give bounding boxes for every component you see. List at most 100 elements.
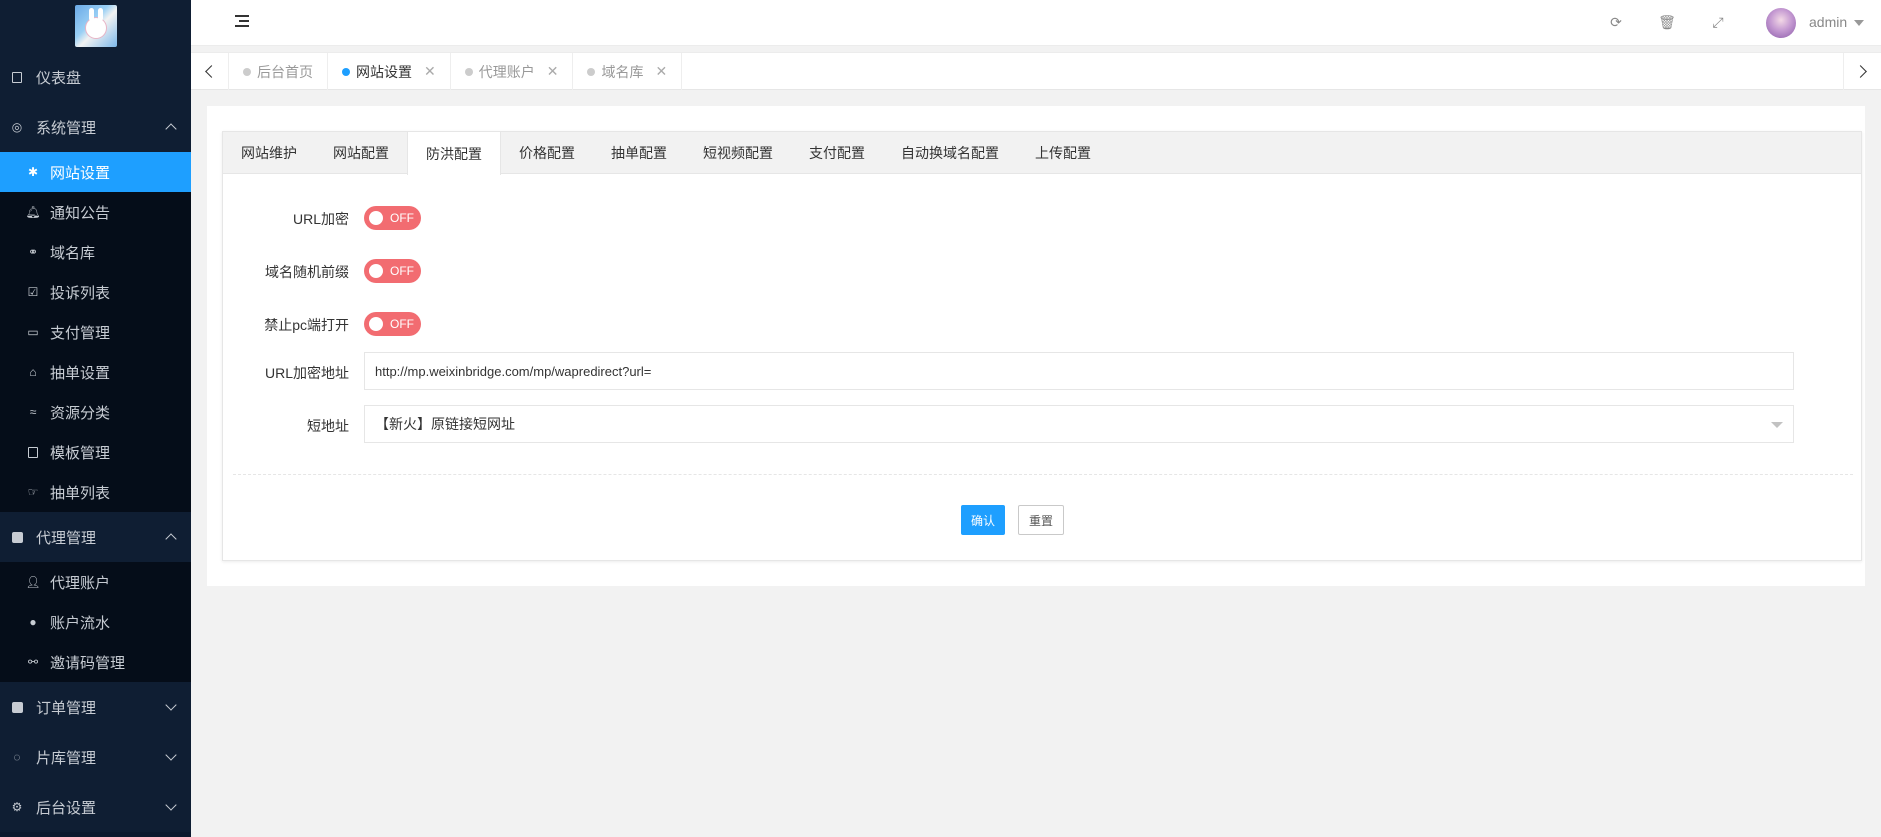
url-encrypt-label: URL加密	[292, 211, 349, 227]
sidebar-group-agent[interactable]: 代理管理	[0, 512, 191, 562]
sidebar-item-resource-category[interactable]: ≈ 资源分类	[0, 392, 191, 432]
tab-anti-flood-config[interactable]: 防洪配置	[407, 132, 501, 175]
menu-toggle-icon[interactable]	[235, 15, 249, 28]
caret-down-icon[interactable]	[1854, 20, 1864, 26]
fullscreen-icon[interactable]: ⤢	[1710, 14, 1726, 30]
tab-site-config[interactable]: 网站配置	[315, 132, 407, 174]
switch-state: OFF	[390, 264, 414, 278]
logo[interactable]	[0, 0, 191, 52]
tab-label: 网站设置	[356, 63, 412, 80]
sidebar-item-label: 投诉列表	[50, 284, 111, 302]
tab-auto-domain-config[interactable]: 自动换域名配置	[883, 132, 1017, 174]
tab-short-video-config[interactable]: 短视频配置	[685, 132, 791, 174]
money-circle-icon: ●	[29, 615, 37, 629]
swimmer-icon: ≈	[29, 405, 37, 419]
sidebar-item-notice[interactable]: 🔔︎ 通知公告	[0, 192, 191, 232]
switch-knob	[369, 264, 383, 278]
page-tabs-bar: 后台首页 网站设置 ✕ 代理账户 ✕ 域名库 ✕	[191, 52, 1881, 90]
tab-label: 后台首页	[257, 63, 313, 80]
tab-price-config[interactable]: 价格配置	[501, 132, 593, 174]
url-encrypt-switch[interactable]: OFF	[364, 206, 421, 230]
sidebar-item-label: 仪表盘	[36, 69, 82, 87]
tab-site-maintenance[interactable]: 网站维护	[223, 132, 315, 174]
sidebar-item-account-flow[interactable]: ● 账户流水	[0, 602, 191, 642]
sidebar-item-invite-code[interactable]: ⚯ 邀请码管理	[0, 642, 191, 682]
sidebar-item-label: 账户流水	[50, 614, 111, 632]
sidebar-submenu-system: ✱ 网站设置 🔔︎ 通知公告 ⚭ 域名库 ☑ 投诉列表 ▭ 支付管理 ⌂ 抽单设…	[0, 152, 191, 512]
form-row-short-url: 短地址 【新火】原链接短网址	[223, 405, 1861, 445]
handshake-icon: ⚯	[27, 655, 39, 669]
chevron-down-icon	[165, 799, 177, 811]
close-icon[interactable]: ✕	[424, 63, 436, 80]
sidebar-group-label: 后台设置	[36, 799, 97, 817]
chevron-right-icon	[1854, 65, 1867, 78]
domain-random-prefix-label: 域名随机前缀	[265, 264, 349, 280]
block-pc-switch[interactable]: OFF	[364, 312, 421, 336]
caret-down-icon	[1771, 422, 1783, 428]
close-icon[interactable]: ✕	[547, 63, 559, 80]
close-icon[interactable]: ✕	[655, 63, 667, 80]
cogs-icon: ⚙	[11, 800, 23, 814]
url-encrypt-address-input[interactable]	[364, 352, 1794, 390]
short-url-select[interactable]: 【新火】原链接短网址	[364, 405, 1794, 443]
sidebar-item-draw-list[interactable]: ☞ 抽单列表	[0, 472, 191, 512]
tabs-scroll-right-button[interactable]	[1843, 53, 1881, 90]
block-pc-label: 禁止pc端打开	[264, 317, 349, 333]
industry-icon: ⌂	[29, 365, 37, 379]
tab-label: 代理账户	[478, 63, 535, 80]
credit-card-icon: ▭	[27, 325, 39, 339]
bell-icon: 🔔︎	[25, 205, 41, 219]
tabs-scroll-left-button[interactable]	[191, 53, 229, 90]
film-icon: ◌	[13, 750, 21, 764]
sidebar-item-agent-account[interactable]: 👤︎ 代理账户	[0, 562, 191, 602]
sidebar-group-order[interactable]: 订单管理	[0, 682, 191, 732]
tab-dot-icon	[342, 67, 350, 76]
tab-payment-config[interactable]: 支付配置	[791, 132, 883, 174]
reset-button[interactable]: 重置	[1018, 505, 1064, 535]
settings-icon: ◎	[11, 120, 23, 134]
sidebar-item-label: 支付管理	[50, 324, 111, 342]
logo-image	[74, 5, 117, 47]
sidebar-group-label: 代理管理	[36, 529, 97, 547]
chevron-up-icon	[165, 123, 177, 135]
sidebar-submenu-agent: 👤︎ 代理账户 ● 账户流水 ⚯ 邀请码管理	[0, 562, 191, 682]
tab-draw-config[interactable]: 抽单配置	[593, 132, 685, 174]
form-row-block-pc: 禁止pc端打开 OFF	[223, 304, 1861, 344]
tab-agent-account[interactable]: 代理账户 ✕	[451, 53, 574, 90]
top-header: ⟳ 🗑︎ ⤢ admin	[191, 0, 1881, 46]
sidebar-item-website-settings[interactable]: ✱ 网站设置	[0, 152, 191, 192]
url-encrypt-address-label: URL加密地址	[264, 365, 349, 381]
sidebar-group-system[interactable]: ◎ 系统管理	[0, 102, 191, 152]
page-tabs: 后台首页 网站设置 ✕ 代理账户 ✕ 域名库 ✕	[229, 53, 683, 90]
sidebar-group-film[interactable]: ◌ 片库管理	[0, 732, 191, 782]
user-icon: 👤︎	[25, 575, 41, 589]
order-icon	[10, 700, 24, 714]
refresh-icon[interactable]: ⟳	[1608, 14, 1624, 30]
trash-icon[interactable]: 🗑︎	[1658, 14, 1676, 30]
tab-dot-icon	[464, 67, 473, 76]
sidebar-item-domain-library[interactable]: ⚭ 域名库	[0, 232, 191, 272]
form-tabs: 网站维护 网站配置 防洪配置 价格配置 抽单配置 短视频配置 支付配置 自动换域…	[223, 132, 1861, 175]
sidebar-item-complaints[interactable]: ☑ 投诉列表	[0, 272, 191, 312]
confirm-button[interactable]: 确认	[961, 505, 1005, 535]
sidebar-item-label: 通知公告	[50, 204, 111, 222]
chevron-down-icon	[165, 749, 177, 761]
avatar[interactable]	[1766, 8, 1796, 38]
sidebar-item-dashboard[interactable]: 仪表盘	[0, 52, 191, 102]
dashboard-icon	[10, 70, 24, 84]
tab-website-settings[interactable]: 网站设置 ✕	[328, 53, 451, 90]
tab-upload-config[interactable]: 上传配置	[1017, 132, 1109, 174]
sidebar-item-label: 抽单设置	[50, 364, 111, 382]
user-name[interactable]: admin	[1809, 14, 1847, 30]
sidebar-item-label: 代理账户	[50, 574, 111, 592]
sidebar-item-draw-settings[interactable]: ⌂ 抽单设置	[0, 352, 191, 392]
sidebar-group-backend[interactable]: ⚙ 后台设置	[0, 782, 191, 832]
domain-random-prefix-switch[interactable]: OFF	[364, 259, 421, 283]
sidebar-item-label: 资源分类	[50, 404, 111, 422]
tab-home[interactable]: 后台首页	[229, 53, 328, 90]
sidebar-item-template[interactable]: 模板管理	[0, 432, 191, 472]
sidebar-item-payment[interactable]: ▭ 支付管理	[0, 312, 191, 352]
sidebar-item-label: 邀请码管理	[50, 654, 126, 672]
tab-domain-library[interactable]: 域名库 ✕	[573, 53, 683, 90]
asterisk-icon: ✱	[27, 165, 39, 179]
